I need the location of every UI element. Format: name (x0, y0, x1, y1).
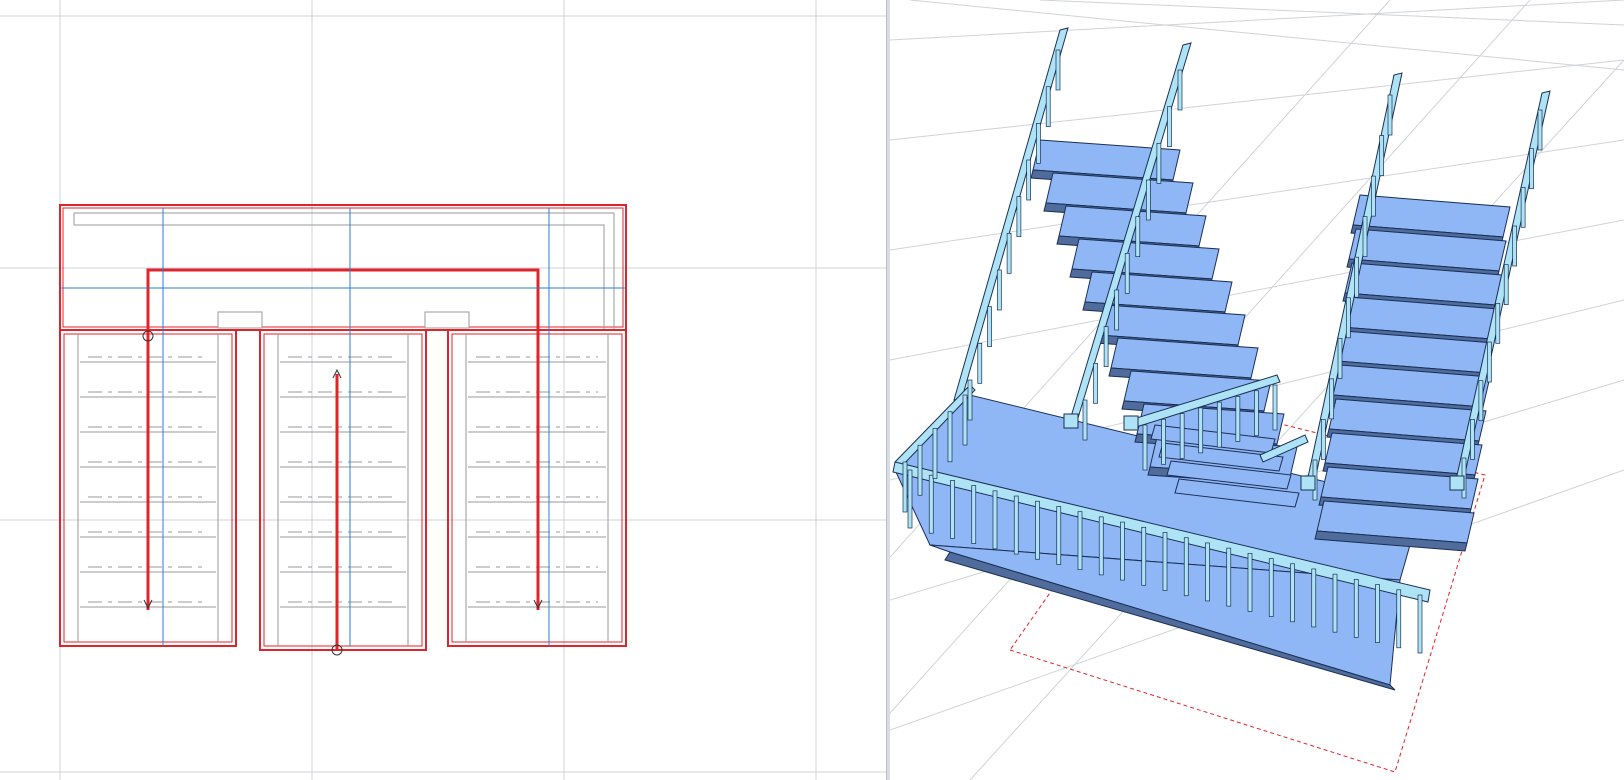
landing-baluster (1417, 594, 1423, 654)
newel-post (424, 311, 470, 329)
corner-baluster (932, 428, 938, 479)
left-inner-baluster (1177, 69, 1183, 111)
floor-plan-view[interactable] (0, 0, 886, 780)
left-flight-baluster (1026, 159, 1032, 201)
right-outer-baluster (1537, 109, 1543, 151)
landing-baluster (1077, 511, 1083, 571)
newel-cap (1123, 415, 1139, 431)
right-inner-baluster (1320, 419, 1326, 460)
landing-baluster (1035, 500, 1040, 560)
floor-plan-canvas[interactable] (0, 0, 886, 780)
landing-baluster (1375, 584, 1380, 643)
landing-handrail-inner (74, 224, 605, 330)
middle-baluster (1235, 396, 1241, 442)
landing-baluster (1183, 537, 1189, 597)
right-inner-baluster (1345, 297, 1351, 339)
newel-cap (1063, 413, 1079, 429)
newel-cap (1300, 475, 1316, 491)
right-outer-baluster (1503, 264, 1509, 306)
right-inner-baluster (1379, 135, 1385, 176)
3d-view[interactable] (890, 0, 1624, 780)
landing-baluster (1162, 532, 1168, 591)
landing-baluster (992, 490, 998, 550)
landing-baluster (1013, 495, 1019, 555)
corner-baluster (947, 411, 953, 463)
right-outer-baluster (1495, 302, 1501, 344)
middle-baluster (1272, 384, 1278, 431)
right-inner-baluster (1354, 256, 1360, 298)
flight-outline[interactable] (259, 329, 427, 651)
landing-baluster (1098, 516, 1104, 576)
landing-baluster (1353, 579, 1359, 638)
landing-baluster (1205, 542, 1210, 602)
landing-baluster (1332, 573, 1338, 633)
grid-line (890, 59, 1624, 141)
middle-baluster (1179, 413, 1185, 459)
landing-baluster (1290, 563, 1295, 623)
left-flight-baluster (1045, 86, 1051, 128)
landing-baluster (1141, 526, 1147, 586)
left-inner-baluster (1145, 179, 1151, 221)
right-inner-baluster (1387, 94, 1393, 136)
middle-baluster (1142, 424, 1148, 471)
right-inner-baluster (1362, 216, 1368, 258)
right-outer-baluster (1478, 380, 1484, 422)
landing-baluster (1226, 547, 1232, 607)
flight-outline-inner (263, 333, 423, 647)
left-flight-baluster (967, 379, 973, 421)
landing-baluster (1311, 568, 1317, 628)
stair-model[interactable] (892, 27, 1551, 773)
left-flight-baluster (977, 342, 983, 384)
middle-baluster (1254, 390, 1259, 437)
right-outer-baluster (1529, 148, 1534, 190)
right-outer-baluster (1486, 341, 1492, 383)
right-inner-baluster (1337, 337, 1343, 379)
newel-post (217, 311, 263, 329)
left-inner-baluster (1135, 216, 1141, 258)
left-flight-baluster (996, 269, 1002, 311)
middle-baluster (1216, 401, 1222, 448)
landing-baluster (1056, 506, 1062, 565)
landing-baluster (1120, 521, 1125, 581)
walkline-path[interactable] (146, 268, 540, 610)
left-inner-baluster (1114, 289, 1120, 331)
stair-plan[interactable] (59, 204, 627, 656)
left-inner-baluster (1124, 252, 1130, 294)
landing-baluster (1247, 552, 1253, 612)
left-outer-handrail[interactable] (953, 27, 1069, 401)
left-inner-baluster (1103, 326, 1109, 368)
corner-baluster (962, 394, 968, 446)
right-outer-baluster (1520, 186, 1526, 228)
left-inner-baluster (1093, 362, 1098, 404)
landing-baluster (907, 469, 913, 529)
right-outer-baluster (1512, 225, 1518, 267)
newel-cap (1449, 475, 1465, 491)
landing-baluster (1268, 558, 1274, 617)
corner-baluster (917, 444, 923, 496)
left-flight-baluster (1006, 232, 1012, 274)
landing-baluster (1396, 589, 1402, 649)
left-flight-baluster (1055, 49, 1061, 91)
landing-baluster (971, 485, 977, 544)
plan-grid (0, 0, 886, 780)
grid-line (909, 0, 1624, 71)
right-outer-baluster (1470, 418, 1475, 460)
left-flight-baluster (1036, 122, 1041, 164)
left-inner-baluster (1156, 142, 1162, 184)
left-flight-baluster (1016, 196, 1022, 238)
right-inner-baluster (1370, 175, 1376, 217)
corner-baluster (902, 461, 908, 513)
middle-baluster (1198, 407, 1204, 454)
3d-view-canvas[interactable] (890, 0, 1624, 780)
left-inner-baluster (1082, 399, 1088, 441)
landing-baluster (928, 474, 934, 534)
landing-baluster (950, 480, 955, 539)
left-flight-baluster (987, 306, 992, 348)
left-inner-baluster (1167, 106, 1172, 148)
right-inner-baluster (1329, 378, 1335, 420)
middle-baluster (1161, 418, 1166, 465)
